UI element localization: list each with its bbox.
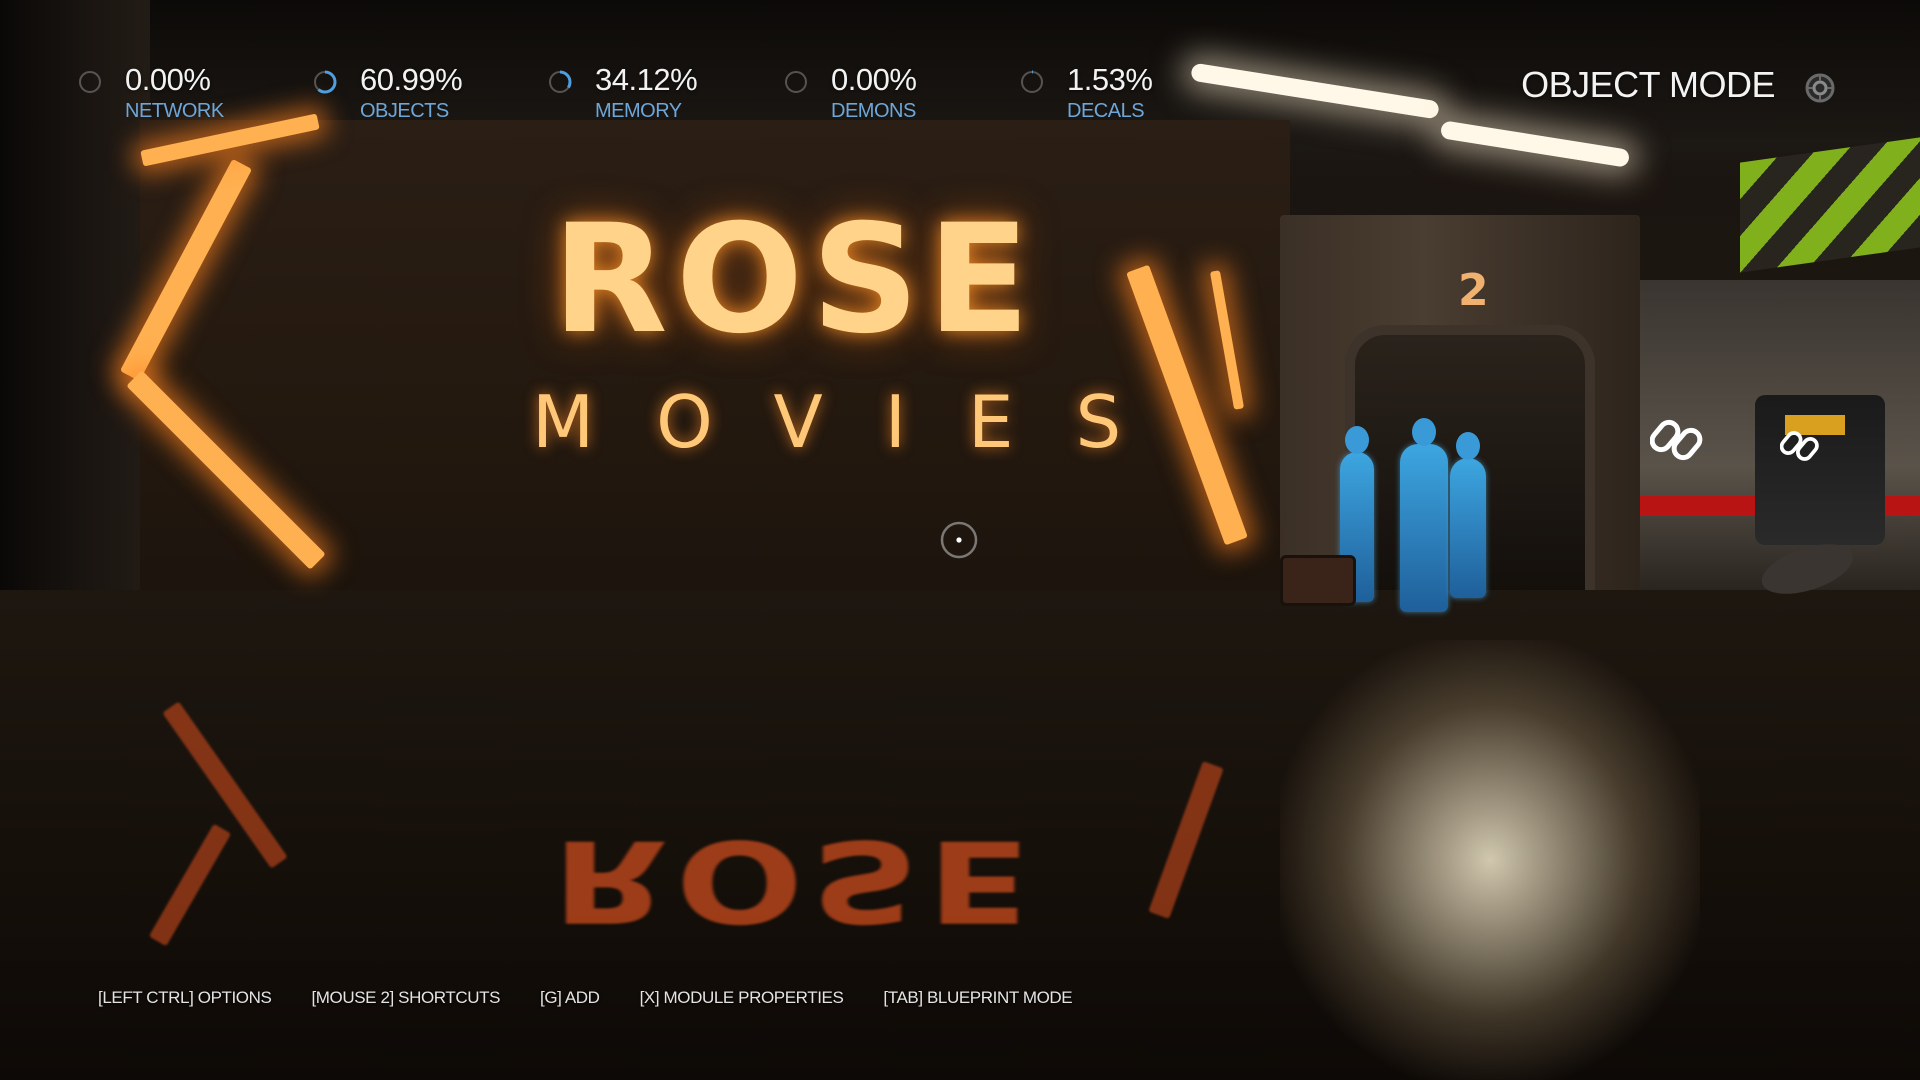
stat-label: NETWORK (125, 100, 224, 122)
sign-subtitle: MOVIES (532, 380, 1184, 464)
stat-label: DEMONS (831, 100, 916, 122)
stat-label: DECALS (1067, 100, 1145, 122)
shortcut-shortcuts[interactable]: [MOUSE 2] SHORTCUTS (311, 988, 500, 1012)
sign-title: ROSE (552, 193, 1038, 367)
figure-head (1456, 432, 1480, 460)
progress-ring-track (1021, 71, 1043, 93)
progress-ring-icon (79, 71, 101, 93)
hologram-figure[interactable] (1400, 418, 1448, 612)
progress-ring-icon (548, 70, 572, 94)
shortcut-bar: [LEFT CTRL] OPTIONS [MOUSE 2] SHORTCUTS … (98, 988, 1073, 1012)
shortcut-module-properties[interactable]: [X] MODULE PROPERTIES (640, 988, 844, 1012)
link-icon[interactable] (1780, 426, 1820, 466)
hologram-figure[interactable] (1450, 432, 1486, 598)
shortcut-options[interactable]: [LEFT CTRL] OPTIONS (98, 988, 272, 1012)
progress-ring-track (785, 71, 807, 93)
stat-value: 0.00% (831, 62, 917, 97)
stat-label: MEMORY (595, 100, 682, 122)
figure-head (1345, 426, 1369, 454)
link-icon[interactable] (1650, 413, 1704, 467)
stat-value: 1.53% (1067, 62, 1153, 97)
progress-ring-icon (313, 70, 337, 94)
stat-value: 34.12% (595, 62, 698, 97)
progress-ring-track (79, 71, 101, 93)
rose-movies-sign: ROSE MOVIES (470, 193, 1184, 470)
door-number: 2 (1458, 265, 1489, 316)
sign-floor-reflection: ROSE (552, 814, 1038, 946)
progress-ring-icon (785, 71, 807, 93)
progress-ring-icon (1020, 70, 1044, 94)
stat-label: OBJECTS (360, 100, 449, 122)
floor-prop-crate[interactable] (1280, 555, 1356, 606)
crosshair-icon (940, 521, 978, 559)
shortcut-blueprint-mode[interactable]: [TAB] BLUEPRINT MODE (883, 988, 1072, 1012)
floor-light-reflection (1280, 640, 1700, 1080)
mode-settings-icon[interactable] (1804, 72, 1836, 104)
stat-value: 60.99% (360, 62, 463, 97)
stat-value: 0.00% (125, 62, 211, 97)
mode-title: OBJECT MODE (1521, 64, 1775, 105)
figure-head (1412, 418, 1436, 446)
shortcut-add[interactable]: [G] ADD (540, 988, 600, 1012)
